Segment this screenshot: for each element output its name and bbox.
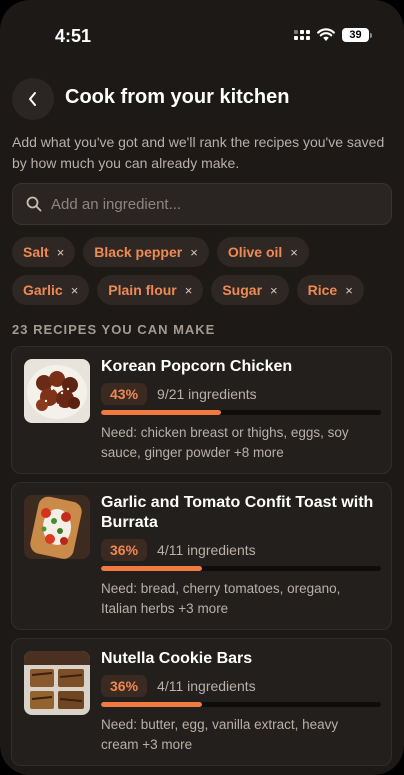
wifi-icon <box>317 28 335 41</box>
page-subtitle: Add what you've got and we'll rank the r… <box>12 134 385 171</box>
ingredient-chips: Salt × Black pepper × Olive oil × Garlic × Plain… <box>12 237 397 313</box>
remove-ingredient-icon[interactable]: × <box>270 283 278 298</box>
back-button[interactable] <box>12 78 54 120</box>
ingredient-chip[interactable]: Sugar × <box>211 275 289 305</box>
ingredient-chip-label: Salt <box>23 244 49 260</box>
ingredient-chip-label: Sugar <box>222 282 263 298</box>
recipe-title: Nutella Cookie Bars <box>101 650 253 667</box>
ingredient-chip[interactable]: Rice × <box>296 275 364 305</box>
match-percent-badge: 36% <box>101 539 148 561</box>
recipe-title: Garlic and Tomato Confit Toast with Burr… <box>101 494 374 531</box>
match-percent-badge: 43% <box>101 383 148 405</box>
ingredient-search[interactable] <box>12 183 392 225</box>
match-percent-badge: 36% <box>101 675 148 697</box>
match-progress-bar <box>101 566 381 571</box>
ingredient-chip[interactable]: Garlic × <box>12 275 90 305</box>
chevron-left-icon <box>29 92 36 106</box>
match-progress-bar <box>101 702 381 707</box>
ingredient-count: 4/11 ingredients <box>157 678 256 694</box>
status-bar: 4:51 39 <box>0 0 404 60</box>
ingredient-chip-label: Plain flour <box>108 282 177 298</box>
recipe-info: Garlic and Tomato Confit Toast with Burr… <box>101 493 381 619</box>
remove-ingredient-icon[interactable]: × <box>185 283 193 298</box>
ingredient-chip-label: Black pepper <box>94 244 183 260</box>
recipe-thumbnail <box>24 495 90 559</box>
ingredient-chip[interactable]: Black pepper × <box>83 237 209 267</box>
recipe-card[interactable]: Nutella Cookie Bars 36% 4/11 ingredients… <box>11 638 392 766</box>
remove-ingredient-icon[interactable]: × <box>345 283 353 298</box>
remove-ingredient-icon[interactable]: × <box>190 245 198 260</box>
search-icon <box>26 196 42 212</box>
app-screen: 4:51 39 Cook from your kitchen Add what … <box>0 0 404 775</box>
results-count-label: 23 RECIPES YOU CAN MAKE <box>12 322 216 337</box>
ingredient-chip-label: Olive oil <box>227 244 283 260</box>
missing-ingredients: Need: chicken breast or thighs, eggs, so… <box>101 425 349 460</box>
match-progress-fill <box>101 566 202 571</box>
battery-level: 39 <box>342 28 369 42</box>
remove-ingredient-icon[interactable]: × <box>290 245 298 260</box>
ingredient-count: 9/21 ingredients <box>157 386 257 402</box>
recipe-info: Nutella Cookie Bars 36% 4/11 ingredients… <box>101 649 381 755</box>
recipe-title: Korean Popcorn Chicken <box>101 358 293 375</box>
ingredient-chip[interactable]: Olive oil × <box>216 237 309 267</box>
chip-row: Salt × Black pepper × Olive oil × <box>12 237 397 267</box>
chip-row: Garlic × Plain flour × Sugar × Rice × <box>12 275 397 305</box>
recipe-card[interactable]: Korean Popcorn Chicken 43% 9/21 ingredie… <box>11 346 392 474</box>
remove-ingredient-icon[interactable]: × <box>57 245 65 260</box>
match-progress-bar <box>101 410 381 415</box>
missing-ingredients: Need: butter, egg, vanilla extract, heav… <box>101 717 339 752</box>
ingredient-chip[interactable]: Plain flour × <box>97 275 204 305</box>
search-input[interactable] <box>51 195 371 213</box>
match-progress-fill <box>101 410 222 415</box>
missing-ingredients: Need: bread, cherry tomatoes, oregano, I… <box>101 581 341 616</box>
cellular-signal-icon <box>294 30 310 40</box>
battery-icon: 39 <box>342 28 372 42</box>
ingredient-count: 4/11 ingredients <box>157 542 256 558</box>
status-icons: 39 <box>294 28 372 42</box>
ingredient-chip-label: Garlic <box>23 282 63 298</box>
recipe-card[interactable]: Garlic and Tomato Confit Toast with Burr… <box>11 482 392 630</box>
recipe-thumbnail <box>24 359 90 423</box>
remove-ingredient-icon[interactable]: × <box>71 283 79 298</box>
ingredient-chip-label: Rice <box>307 282 338 298</box>
recipe-thumbnail <box>24 651 90 715</box>
page-title: Cook from your kitchen <box>65 86 290 108</box>
status-time: 4:51 <box>55 26 92 46</box>
recipe-info: Korean Popcorn Chicken 43% 9/21 ingredie… <box>101 357 381 463</box>
ingredient-chip[interactable]: Salt × <box>12 237 76 267</box>
match-progress-fill <box>101 702 202 707</box>
